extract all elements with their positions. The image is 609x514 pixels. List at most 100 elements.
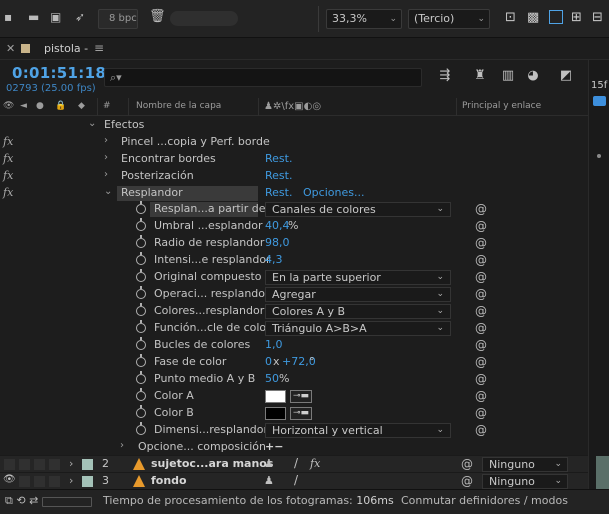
expression-pickwhip-icon[interactable]: @: [475, 355, 487, 369]
glow-dimensions-select[interactable]: Horizontal y vertical ⌄: [265, 423, 451, 438]
effect-row-selected[interactable]: fx ⌄ Resplandor Rest. Opciones...: [0, 185, 594, 202]
current-time-indicator[interactable]: [593, 96, 606, 106]
layer-label-color[interactable]: [82, 476, 93, 487]
twirl-right-icon[interactable]: ›: [104, 169, 108, 180]
roi-icon[interactable]: ⊡: [505, 10, 519, 25]
twirl-right-icon[interactable]: ›: [69, 457, 73, 470]
effect-row[interactable]: fx › Encontrar bordes Rest.: [0, 151, 594, 168]
composite-original-select[interactable]: En la parte superior ⌄: [265, 270, 451, 285]
timeline-ruler[interactable]: 15f: [588, 60, 609, 490]
stopwatch-icon[interactable]: [136, 303, 146, 316]
stopwatch-icon[interactable]: [136, 286, 146, 299]
property-row[interactable]: Operaci... resplandor Agregar ⌄ @: [0, 286, 594, 303]
property-row[interactable]: Punto medio A y B 50 % @: [0, 371, 594, 388]
menu-icon[interactable]: ≡: [94, 41, 104, 55]
property-row[interactable]: Intensi...e resplandor 4,3 @: [0, 252, 594, 269]
render-options-icons[interactable]: ⧉ ⟲ ⇄: [5, 494, 38, 508]
keyframe-marker[interactable]: [597, 154, 601, 158]
effects-group-row[interactable]: ⌄ Efectos: [0, 117, 594, 134]
stopwatch-icon[interactable]: [136, 354, 146, 367]
parent-header[interactable]: Principal y enlace: [462, 101, 541, 111]
glow-based-on-select[interactable]: Canales de colores ⌄: [265, 202, 451, 217]
composition-tab[interactable]: ✕ pistola - ≡: [0, 38, 609, 60]
property-row[interactable]: Original compuesto En la parte superior ⌄…: [0, 269, 594, 286]
fx-icon[interactable]: fx: [3, 135, 13, 148]
property-row[interactable]: Función...cle de color Triángulo A>B>A ⌄ …: [0, 320, 594, 337]
motion-blur-icon[interactable]: ◕: [524, 68, 542, 84]
property-row[interactable]: Colores...resplandor Colores A y B ⌄ @: [0, 303, 594, 320]
effect-row[interactable]: fx › Posterización Rest.: [0, 168, 594, 185]
zoom-select[interactable]: 33,3% ⌄: [326, 9, 402, 29]
expression-pickwhip-icon[interactable]: @: [475, 372, 487, 386]
options-link[interactable]: Opciones...: [303, 186, 364, 199]
expression-pickwhip-icon[interactable]: @: [475, 270, 487, 284]
folder-icon[interactable]: ▬: [28, 10, 42, 24]
color-a-swatch[interactable]: [265, 390, 286, 403]
property-row[interactable]: Resplan...a partir de Canales de colores…: [0, 201, 594, 218]
toggle-switches-modes[interactable]: Conmutar definidores / modos: [401, 494, 568, 507]
expression-pickwhip-icon[interactable]: @: [475, 287, 487, 301]
glow-operation-select[interactable]: Agregar ⌄: [265, 287, 451, 302]
twirl-right-icon[interactable]: ›: [104, 152, 108, 163]
stopwatch-icon[interactable]: [136, 388, 146, 401]
bpc-button[interactable]: 8 bpc: [98, 9, 138, 29]
pickwhip-icon[interactable]: @: [461, 457, 473, 471]
switches-icons[interactable]: ♟✲\fx▣◐◎: [264, 101, 321, 112]
resolution-select[interactable]: (Tercio) ⌄: [408, 9, 490, 29]
stopwatch-icon[interactable]: [136, 422, 146, 435]
property-value[interactable]: 98,0: [265, 236, 290, 249]
property-value[interactable]: 4,3: [265, 253, 283, 266]
color-looping-select[interactable]: Triángulo A>B>A ⌄: [265, 321, 451, 336]
quality-switch-icon[interactable]: /: [294, 456, 298, 470]
mask-toggle-icon[interactable]: [549, 10, 563, 24]
property-row[interactable]: Umbral ...esplandor 40,4 % @: [0, 218, 594, 235]
layer-name-header[interactable]: Nombre de la capa: [136, 101, 221, 111]
property-row[interactable]: Color B ⊸▬ @: [0, 405, 594, 422]
twirl-down-icon[interactable]: ⌄: [104, 186, 112, 197]
lock-toggle[interactable]: [49, 476, 60, 487]
layer-search-input[interactable]: ⌕▾: [104, 68, 422, 87]
glow-colors-select[interactable]: Colores A y B ⌄: [265, 304, 451, 319]
property-value[interactable]: 50: [265, 372, 279, 385]
property-row[interactable]: Bucles de colores 1,0 @: [0, 337, 594, 354]
stopwatch-icon[interactable]: [136, 252, 146, 265]
frame-blending-icon[interactable]: ▥: [499, 68, 517, 84]
expression-pickwhip-icon[interactable]: @: [475, 406, 487, 420]
fx-icon[interactable]: fx: [3, 169, 13, 182]
layer-duration-bar[interactable]: [596, 456, 609, 490]
property-value[interactable]: 40,4: [265, 219, 290, 232]
stopwatch-icon[interactable]: [136, 269, 146, 282]
reset-link[interactable]: Rest.: [265, 169, 292, 182]
expression-pickwhip-icon[interactable]: @: [475, 236, 487, 250]
expression-pickwhip-icon[interactable]: @: [475, 304, 487, 318]
property-value-revolutions[interactable]: 0: [265, 355, 272, 368]
layer-name[interactable]: fondo: [151, 474, 187, 487]
fx-switch-icon[interactable]: fx: [310, 457, 320, 470]
channel-icon[interactable]: ⊟: [592, 10, 606, 25]
stopwatch-icon[interactable]: [136, 337, 146, 350]
composite-options-row[interactable]: › Opcione... composición +−: [0, 439, 594, 456]
expression-pickwhip-icon[interactable]: @: [475, 321, 487, 335]
expression-pickwhip-icon[interactable]: @: [475, 202, 487, 216]
solo-toggle[interactable]: [34, 476, 45, 487]
transparency-grid-icon[interactable]: ▩: [527, 10, 541, 25]
solo-icon[interactable]: ●: [36, 101, 44, 111]
property-row[interactable]: Radio de resplandor 98,0 @: [0, 235, 594, 252]
add-remove-mask-buttons[interactable]: +−: [265, 440, 283, 453]
eye-icon[interactable]: 👁: [3, 101, 14, 111]
stopwatch-icon[interactable]: [136, 320, 146, 333]
hash-header[interactable]: #: [103, 101, 111, 111]
search-pill[interactable]: [170, 11, 238, 26]
property-value[interactable]: 1,0: [265, 338, 283, 351]
stopwatch-icon[interactable]: [136, 405, 146, 418]
comp-flow-icon[interactable]: ⇶: [436, 68, 454, 84]
shy-switch-icon[interactable]: ♟: [264, 457, 274, 470]
shy-layers-icon[interactable]: ♜: [471, 68, 489, 84]
pickwhip-icon[interactable]: @: [461, 474, 473, 488]
twirl-right-icon[interactable]: ›: [104, 135, 108, 146]
twirl-right-icon[interactable]: ›: [69, 474, 73, 487]
expression-pickwhip-icon[interactable]: @: [475, 338, 487, 352]
layer-row[interactable]: › 2 sujetoc...ara manos ♟ / fx @ Ninguno…: [0, 455, 609, 472]
eye-icon[interactable]: 👁: [3, 474, 16, 485]
eyedropper-icon[interactable]: ⊸▬: [290, 390, 312, 403]
